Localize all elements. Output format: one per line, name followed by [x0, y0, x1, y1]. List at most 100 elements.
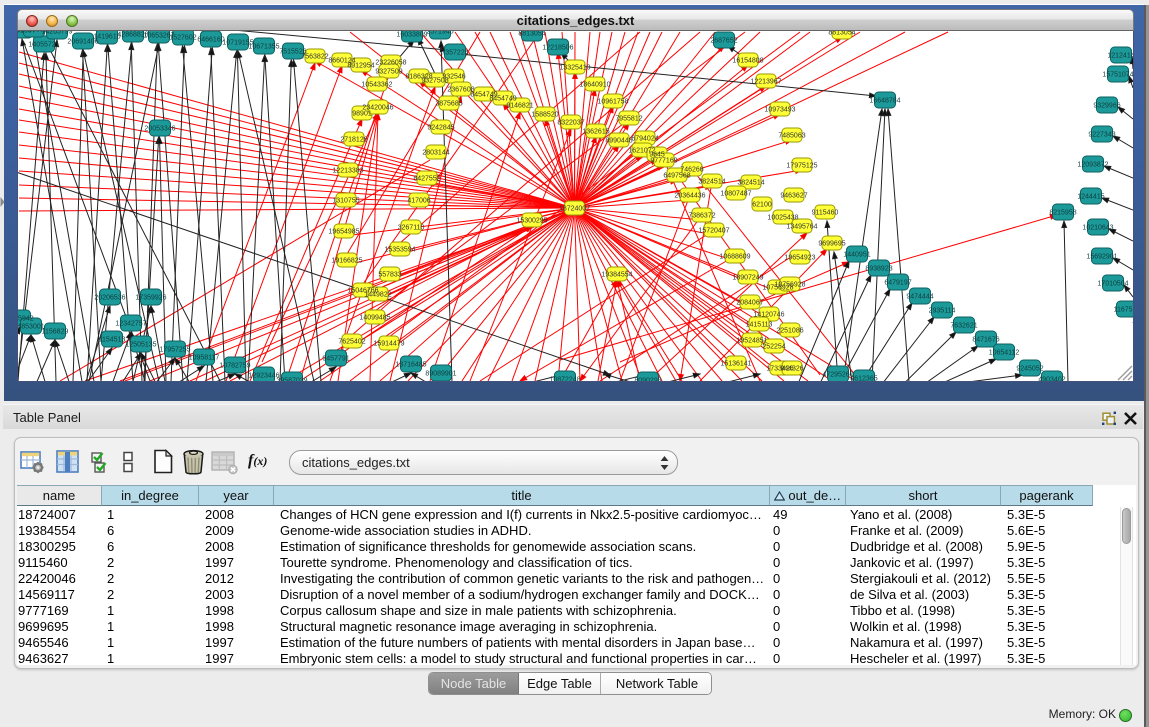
svg-text:12218506: 12218506: [542, 45, 573, 52]
svg-text:7563822: 7563822: [301, 54, 328, 61]
svg-text:39587039: 39587039: [276, 378, 307, 382]
svg-text:9777169: 9777169: [650, 158, 677, 165]
svg-text:10961758: 10961758: [597, 99, 628, 106]
svg-text:2251086: 2251086: [776, 328, 803, 335]
svg-text:12505135: 12505135: [125, 342, 156, 349]
svg-text:6466160: 6466160: [197, 37, 224, 44]
svg-text:15300295: 15300295: [516, 218, 547, 225]
svg-text:23226058: 23226058: [375, 60, 406, 67]
svg-text:1588520: 1588520: [531, 112, 558, 119]
svg-text:16648784: 16648784: [869, 98, 900, 105]
svg-text:4612365: 4612365: [850, 376, 877, 382]
svg-text:10958117: 10958117: [189, 355, 220, 362]
svg-text:18907249: 18907249: [732, 275, 763, 282]
svg-text:2084067: 2084067: [736, 300, 763, 307]
svg-text:7632621: 7632621: [950, 323, 977, 330]
svg-text:10807487: 10807487: [720, 191, 751, 198]
svg-text:2803144: 2803144: [422, 150, 449, 157]
svg-text:14120746: 14120746: [753, 312, 784, 319]
svg-text:14055721: 14055721: [28, 42, 59, 49]
svg-text:19384554: 19384554: [601, 272, 632, 279]
svg-text:17975125: 17975125: [786, 163, 817, 170]
svg-text:9327509: 9327509: [375, 69, 402, 76]
svg-text:1212414: 1212414: [1107, 53, 1133, 60]
svg-text:8454749: 8454749: [489, 96, 516, 103]
svg-text:10782759: 10782759: [219, 363, 250, 370]
svg-text:12093872: 12093872: [1077, 162, 1108, 169]
svg-text:3875685: 3875685: [435, 101, 462, 108]
svg-text:16033809: 16033809: [396, 32, 427, 39]
svg-text:9115460: 9115460: [812, 210, 839, 217]
svg-text:17957255: 17957255: [159, 347, 190, 354]
svg-text:15914479: 15914479: [373, 341, 404, 348]
svg-text:8912954: 8912954: [347, 63, 374, 70]
svg-text:19654985: 19654985: [328, 229, 359, 236]
svg-text:8990448: 8990448: [605, 138, 632, 145]
svg-text:1440951: 1440951: [843, 252, 870, 259]
svg-text:6497568: 6497568: [663, 173, 690, 180]
svg-text:18724007: 18724007: [559, 206, 590, 213]
svg-text:8427552: 8427552: [413, 176, 440, 183]
svg-text:15692901: 15692901: [1086, 254, 1117, 261]
svg-text:62100: 62100: [752, 202, 772, 209]
svg-text:6479197: 6479197: [884, 280, 911, 287]
svg-text:8090293: 8090293: [634, 378, 661, 382]
svg-text:8813054: 8813054: [828, 31, 855, 37]
svg-text:10654112: 10654112: [989, 350, 1020, 357]
svg-text:1244415: 1244415: [1077, 194, 1104, 201]
svg-text:2935114: 2935114: [929, 308, 956, 315]
svg-text:12213383: 12213383: [332, 168, 363, 175]
svg-text:16154808: 16154808: [732, 58, 763, 65]
svg-text:1156829: 1156829: [42, 329, 69, 336]
svg-text:9463627: 9463627: [780, 193, 807, 200]
svg-text:8215958: 8215958: [1049, 210, 1076, 217]
svg-text:10872248: 10872248: [549, 377, 580, 382]
svg-text:20053346: 20053346: [144, 126, 175, 133]
svg-text:2571945: 2571945: [426, 31, 453, 36]
svg-text:15720407: 15720407: [698, 228, 729, 235]
svg-text:1527602: 1527602: [169, 35, 196, 42]
svg-text:9457791: 9457791: [322, 356, 349, 363]
svg-text:8938923: 8938923: [865, 266, 892, 273]
svg-text:7485063: 7485063: [778, 133, 805, 140]
svg-text:89089901: 89089901: [425, 371, 456, 378]
svg-text:12342757: 12342757: [115, 321, 146, 328]
svg-text:4903402: 4903402: [1038, 377, 1065, 382]
svg-text:10671355: 10671355: [248, 44, 279, 51]
svg-text:20364436: 20364436: [674, 193, 705, 200]
svg-text:417006: 417006: [407, 198, 430, 205]
svg-text:13495764: 13495764: [786, 224, 817, 231]
svg-text:47295260: 47295260: [822, 372, 853, 379]
svg-text:17010504: 17010504: [1097, 281, 1128, 288]
svg-text:9146821: 9146821: [506, 103, 533, 110]
svg-text:3824514: 3824514: [698, 179, 725, 186]
svg-text:1415113: 1415113: [746, 322, 773, 329]
svg-text:98901: 98901: [352, 111, 372, 118]
svg-text:23420046: 23420046: [362, 105, 393, 112]
svg-text:19166825: 19166825: [331, 258, 362, 265]
svg-text:9474444: 9474444: [906, 294, 933, 301]
svg-text:15751074: 15751074: [1102, 72, 1133, 79]
svg-text:9245052: 9245052: [1016, 366, 1043, 373]
svg-text:2718126: 2718126: [340, 137, 367, 144]
svg-text:10756928: 10756928: [774, 282, 805, 289]
svg-text:8322037: 8322037: [557, 120, 584, 127]
svg-text:12923446: 12923446: [248, 373, 279, 380]
svg-text:14265799: 14265799: [41, 31, 72, 36]
svg-text:9242845: 9242845: [427, 125, 454, 132]
svg-text:10688609: 10688609: [719, 254, 750, 261]
svg-text:9699695: 9699695: [818, 241, 845, 248]
svg-text:14099485: 14099485: [359, 315, 390, 322]
svg-text:932546: 932546: [442, 74, 465, 81]
svg-text:7955812: 7955812: [615, 116, 642, 123]
svg-text:252254: 252254: [762, 344, 785, 351]
svg-text:18640910: 18640910: [579, 82, 610, 89]
svg-text:10025438: 10025438: [767, 215, 798, 222]
svg-text:9227343: 9227343: [1088, 132, 1115, 139]
svg-text:7625402: 7625402: [338, 339, 365, 346]
svg-text:10543362: 10543362: [361, 82, 392, 89]
svg-text:7357224: 7357224: [441, 50, 468, 57]
svg-text:13325419: 13325419: [559, 65, 590, 72]
svg-text:10973493: 10973493: [764, 107, 795, 114]
svg-text:15353594: 15353594: [384, 247, 415, 254]
